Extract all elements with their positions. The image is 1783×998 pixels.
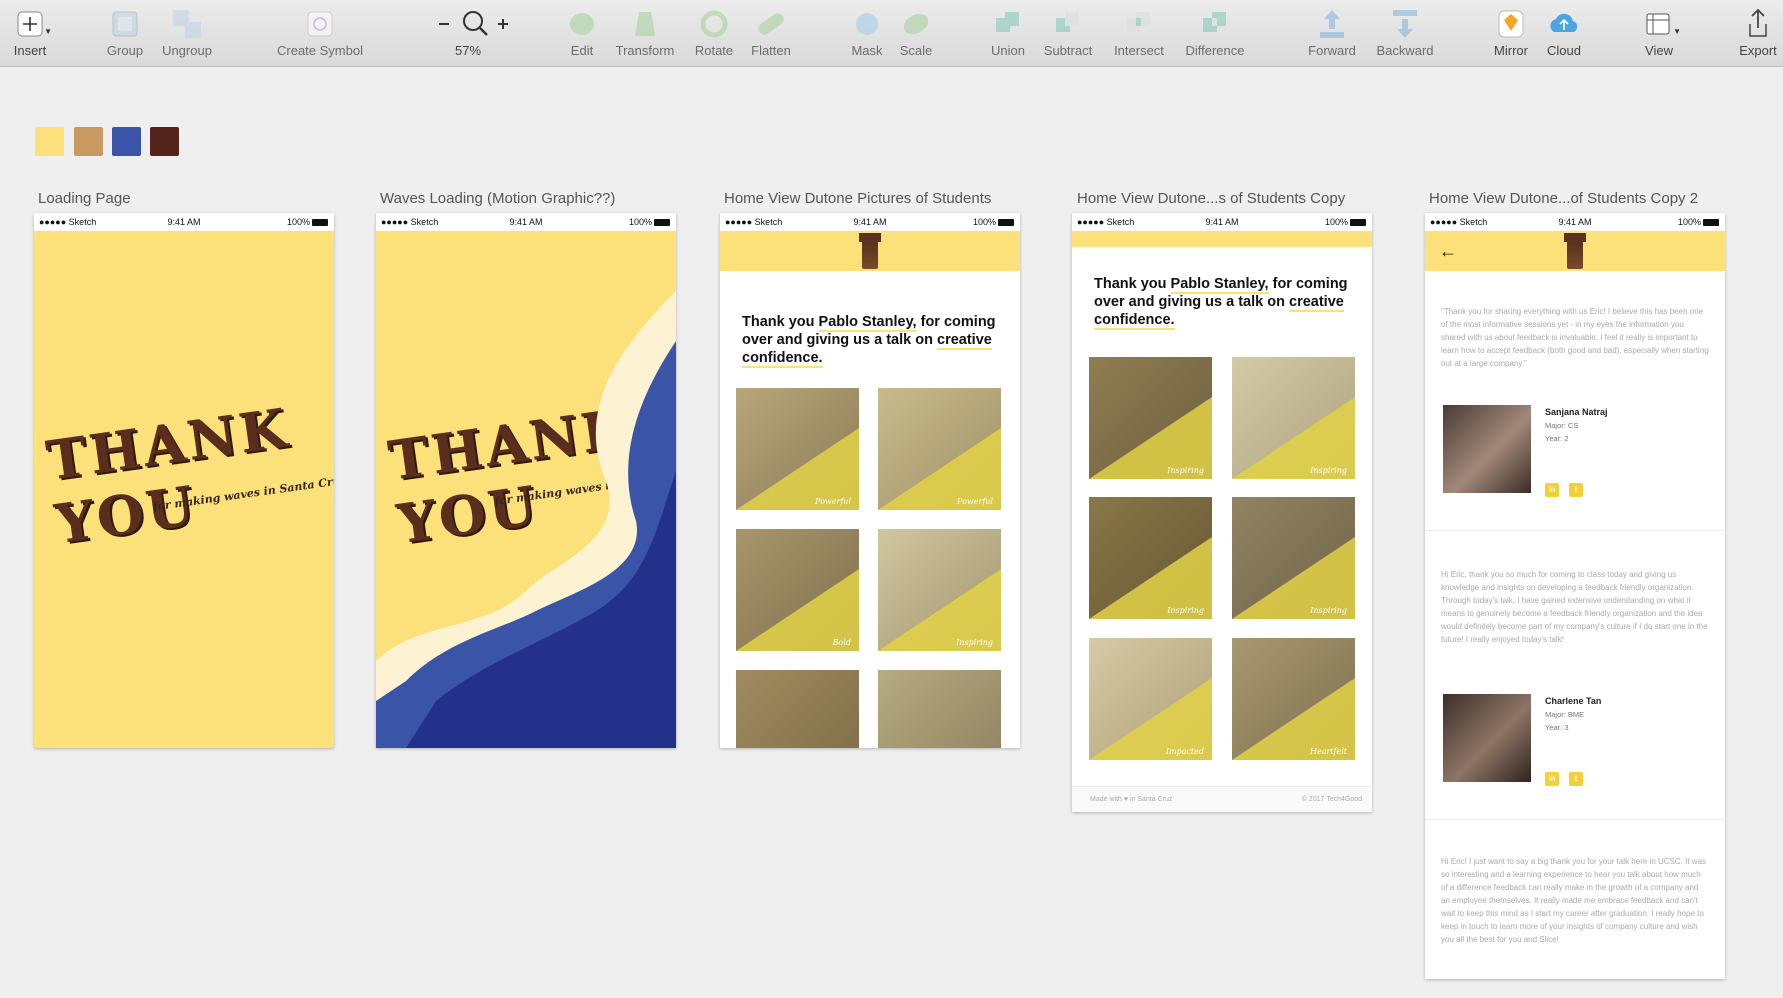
testimonial-quote: Hi Eric, thank you so much for coming to… bbox=[1441, 570, 1708, 644]
battery-icon bbox=[998, 219, 1014, 226]
header-bar bbox=[1072, 231, 1372, 247]
ungroup-icon bbox=[167, 6, 207, 42]
edit-icon bbox=[562, 6, 602, 42]
color-swatch-blue[interactable] bbox=[112, 127, 141, 156]
testimonial-quote: Hi Eric! I just want to say a big thank … bbox=[1441, 857, 1706, 944]
scale-button[interactable]: Scale bbox=[871, 6, 961, 58]
color-swatch-tan[interactable] bbox=[74, 127, 103, 156]
testimonial-quote: "Thank you for sharing everything with u… bbox=[1441, 307, 1709, 368]
group-icon bbox=[105, 6, 145, 42]
scale-icon bbox=[896, 6, 936, 42]
student-photo[interactable]: Heartfelt bbox=[1232, 638, 1355, 760]
status-bar: ●●●●● Sketch 9:41 AM 100% bbox=[1425, 213, 1725, 231]
footer: Made with ♥ in Santa Cruz © 2017 Tech4Go… bbox=[1072, 786, 1372, 812]
flatten-button[interactable]: Flatten bbox=[726, 6, 816, 58]
artboard-title-home1[interactable]: Home View Dutone Pictures of Students bbox=[724, 190, 991, 207]
create-symbol-button[interactable]: Create Symbol bbox=[275, 6, 365, 58]
student-photo[interactable] bbox=[878, 670, 1001, 748]
subtract-icon bbox=[1048, 6, 1088, 42]
flatten-icon bbox=[751, 6, 791, 42]
thanks-message: Thank you Pablo Stanley, for coming over… bbox=[1094, 276, 1348, 330]
battery-icon bbox=[312, 219, 328, 226]
export-icon bbox=[1738, 6, 1778, 42]
thanks-message: Thank you Pablo Stanley, for coming over… bbox=[742, 314, 996, 368]
linkedin-icon[interactable]: in bbox=[1545, 772, 1559, 786]
student-photo[interactable]: Inspiring bbox=[1232, 497, 1355, 619]
student-photo[interactable]: Inspiring bbox=[1089, 357, 1212, 479]
insert-button[interactable]: ▼ Insert bbox=[0, 6, 75, 58]
artboard-home-view[interactable]: ●●●●● Sketch 9:41 AM 100% Thank you Pabl… bbox=[720, 213, 1020, 748]
status-bar: ●●●●● Sketch 9:41 AM 100% bbox=[34, 213, 334, 231]
student-photo[interactable]: Impacted bbox=[1089, 638, 1212, 760]
intersect-icon bbox=[1119, 6, 1159, 42]
thank-you-headline: THANK YOU bbox=[42, 395, 294, 557]
backward-button[interactable]: Backward bbox=[1360, 6, 1450, 58]
avatar bbox=[1443, 405, 1531, 493]
battery-icon bbox=[1703, 219, 1719, 226]
linkedin-icon[interactable]: in bbox=[1545, 483, 1559, 497]
student-photo[interactable]: Inspiring bbox=[878, 529, 1001, 651]
header-bar bbox=[720, 231, 1020, 271]
twitter-icon[interactable]: t bbox=[1569, 483, 1583, 497]
cloud-button[interactable]: Cloud bbox=[1519, 6, 1609, 58]
student-photo[interactable] bbox=[736, 670, 859, 748]
student-photo[interactable]: Inspiring bbox=[1089, 497, 1212, 619]
toolbar: ▼ Insert Group Ungroup Create Symbol 57%… bbox=[0, 0, 1783, 67]
zoom-control[interactable]: 57% bbox=[423, 6, 513, 58]
union-icon bbox=[988, 6, 1028, 42]
transform-icon bbox=[625, 6, 665, 42]
avatar bbox=[1443, 694, 1531, 782]
backward-icon bbox=[1385, 6, 1425, 42]
artboard-title-home3[interactable]: Home View Dutone...of Students Copy 2 bbox=[1429, 190, 1698, 207]
divider bbox=[1425, 530, 1725, 531]
forward-icon bbox=[1312, 6, 1352, 42]
wave-graphic bbox=[376, 291, 676, 748]
divider bbox=[1425, 819, 1725, 820]
artboard-waves[interactable]: ●●●●● Sketch 9:41 AM 100% THANK YOU for … bbox=[376, 213, 676, 748]
student-photo[interactable]: Bold bbox=[736, 529, 859, 651]
artboard-title-waves[interactable]: Waves Loading (Motion Graphic??) bbox=[380, 190, 615, 207]
view-button[interactable]: ▼ View bbox=[1614, 6, 1704, 58]
logo bbox=[859, 233, 881, 269]
student-photo[interactable]: Powerful bbox=[736, 388, 859, 510]
artboard-home-view-copy[interactable]: ●●●●● Sketch 9:41 AM 100% Thank you Pabl… bbox=[1072, 213, 1372, 812]
cloud-icon bbox=[1544, 6, 1584, 42]
logo bbox=[1564, 233, 1586, 269]
student-photo[interactable]: Inspiring bbox=[1232, 357, 1355, 479]
artboard-title-home2[interactable]: Home View Dutone...s of Students Copy bbox=[1077, 190, 1345, 207]
artboard-testimonials[interactable]: ●●●●● Sketch 9:41 AM 100% ← "Thank you f… bbox=[1425, 213, 1725, 979]
plus-icon: ▼ bbox=[10, 6, 52, 42]
student-photo[interactable]: Powerful bbox=[878, 388, 1001, 510]
artboard-title-loading[interactable]: Loading Page bbox=[38, 190, 131, 207]
difference-button[interactable]: Difference bbox=[1170, 6, 1260, 58]
battery-icon bbox=[654, 219, 670, 226]
ungroup-button[interactable]: Ungroup bbox=[142, 6, 232, 58]
difference-icon bbox=[1195, 6, 1235, 42]
view-icon: ▼ bbox=[1639, 6, 1681, 42]
color-swatch-yellow[interactable] bbox=[35, 127, 64, 156]
status-bar: ●●●●● Sketch 9:41 AM 100% bbox=[720, 213, 1020, 231]
battery-icon bbox=[1350, 219, 1366, 226]
color-swatch-brown[interactable] bbox=[150, 127, 179, 156]
testimonial-author: Charlene Tan Major: BME Year: 3 in t bbox=[1443, 694, 1673, 786]
testimonial-author: Sanjana Natraj Major: CS Year: 2 in t bbox=[1443, 405, 1673, 497]
status-bar: ●●●●● Sketch 9:41 AM 100% bbox=[376, 213, 676, 231]
symbol-icon bbox=[300, 6, 340, 42]
export-button[interactable]: Export bbox=[1713, 6, 1783, 58]
artboard-loading[interactable]: ●●●●● Sketch 9:41 AM 100% THANK YOU for … bbox=[34, 213, 334, 748]
status-bar: ●●●●● Sketch 9:41 AM 100% bbox=[1072, 213, 1372, 231]
zoom-icon bbox=[423, 6, 523, 42]
back-arrow-icon[interactable]: ← bbox=[1439, 241, 1457, 262]
header-bar: ← bbox=[1425, 231, 1725, 271]
twitter-icon[interactable]: t bbox=[1569, 772, 1583, 786]
